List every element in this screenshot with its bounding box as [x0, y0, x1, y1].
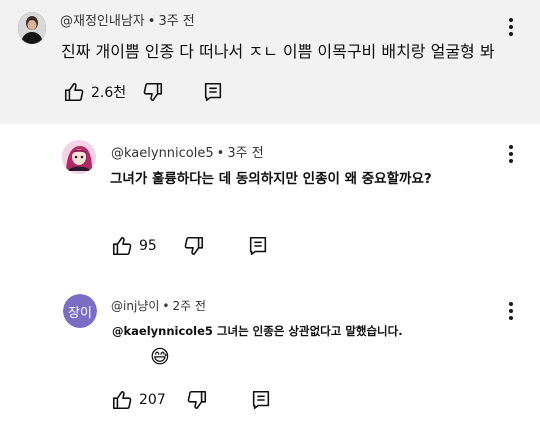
like-count: 95	[139, 238, 157, 254]
thumbs-down-icon[interactable]	[186, 389, 208, 411]
comment-1: @재정인내남자 • 3주 전 진짜 개이쁨 인종 다 떠나서 ㅈㄴ 이쁨 이목구비 …	[0, 0, 540, 124]
comment-author[interactable]: @inj냥이	[111, 299, 159, 313]
comment-meta: @inj냥이 • 2주 전	[111, 297, 206, 314]
comment-author[interactable]: @재정인내남자	[60, 14, 145, 29]
more-vertical-icon	[509, 145, 513, 149]
thumbs-up-icon[interactable]	[63, 81, 85, 103]
thumbs-up-icon[interactable]	[111, 235, 133, 257]
like-count: 207	[139, 392, 166, 408]
more-options-button[interactable]	[503, 300, 519, 322]
comment-time[interactable]: 3주 전	[158, 14, 194, 29]
avatar[interactable]: 장이	[63, 294, 97, 328]
comment-meta: @재정인내남자 • 3주 전	[60, 10, 195, 29]
comment-time[interactable]: 2주 전	[172, 299, 206, 313]
like-count: 2.6천	[91, 85, 127, 101]
meta-separator: •	[216, 146, 225, 161]
avatar[interactable]	[18, 12, 46, 44]
thumbs-up-icon[interactable]	[111, 389, 133, 411]
comment-author[interactable]: @kaelynnicole5	[111, 146, 214, 161]
more-vertical-icon	[509, 302, 513, 306]
more-options-button[interactable]	[503, 16, 519, 38]
anime-avatar-icon	[62, 140, 96, 174]
comment-3: 장이 @inj냥이 • 2주 전 @kaelynnicole5 그녀는 인종은 상관…	[0, 286, 540, 444]
meta-separator: •	[147, 14, 156, 29]
thumbs-down-icon[interactable]	[142, 81, 164, 103]
comment-meta: @kaelynnicole5 • 3주 전	[111, 142, 264, 161]
comment-emoji: 😅	[150, 346, 170, 368]
more-vertical-icon	[509, 18, 513, 22]
reply-comment-icon[interactable]	[250, 389, 272, 411]
comment-text: 그녀가 훌륭하다는 데 동의하지만 인종이 왜 중요할까요?	[110, 171, 432, 187]
comment-time[interactable]: 3주 전	[227, 146, 263, 161]
more-options-button[interactable]	[503, 143, 519, 165]
person-photo-avatar-icon	[18, 12, 46, 44]
thumbs-down-icon[interactable]	[183, 235, 205, 257]
avatar-initials: 장이	[68, 305, 92, 321]
meta-separator: •	[162, 299, 170, 313]
comment-text: 진짜 개이쁨 인종 다 떠나서 ㅈㄴ 이쁨 이목구비 배치랑 얼굴형 봐	[61, 42, 495, 61]
comment-2: @kaelynnicole5 • 3주 전 그녀가 훌륭하다는 데 동의하지만 인종…	[0, 124, 540, 286]
comment-actions: 207	[111, 389, 272, 411]
avatar[interactable]	[62, 140, 96, 174]
comment-actions: 95	[111, 235, 269, 257]
reply-comment-icon[interactable]	[202, 81, 224, 103]
reply-comment-icon[interactable]	[247, 235, 269, 257]
comment-actions: 2.6천	[63, 81, 224, 103]
comment-text: @kaelynnicole5 그녀는 인종은 상관없다고 말했습니다.	[112, 324, 403, 338]
